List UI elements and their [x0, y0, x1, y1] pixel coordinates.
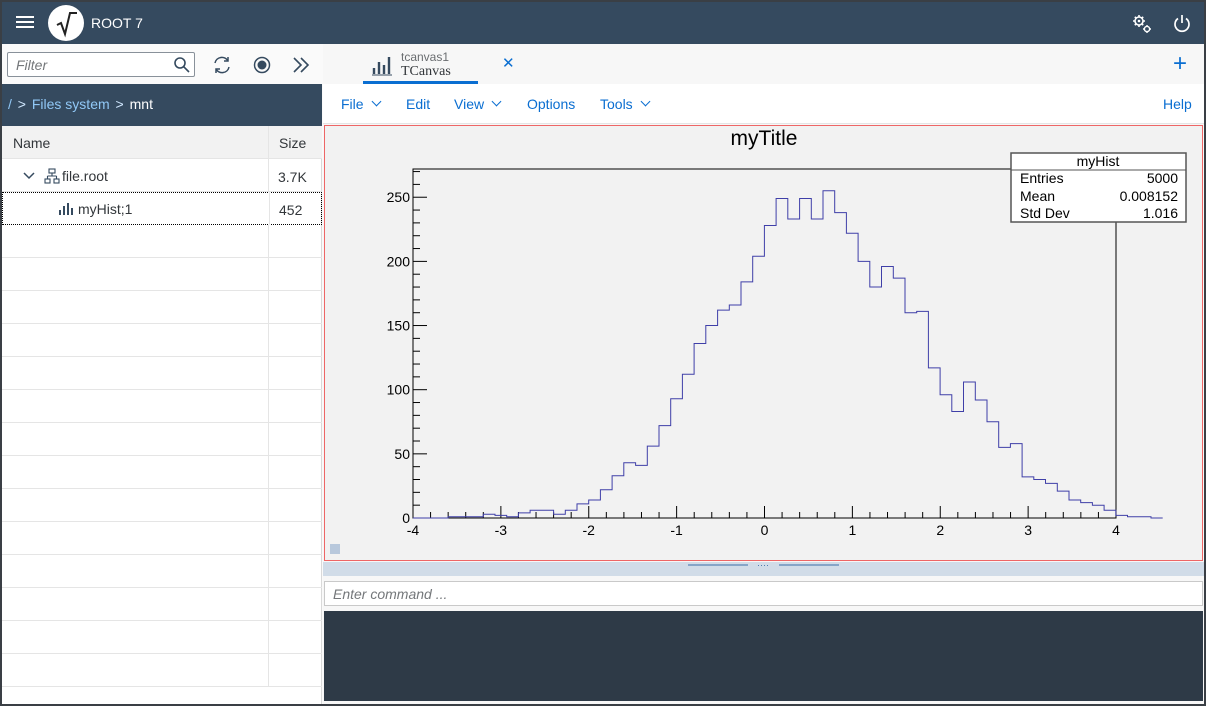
- tree-table-body: file.root 3.7K myHist;1 452: [2, 159, 322, 689]
- double-chevron-right-icon[interactable]: [290, 54, 312, 76]
- stats-std-value: 1.016: [1143, 205, 1178, 221]
- table-row: [2, 522, 322, 555]
- table-row: [2, 324, 322, 357]
- app-title: ROOT 7: [91, 15, 143, 31]
- histogram-icon: [58, 200, 74, 216]
- output-console: [324, 611, 1203, 701]
- table-row: [2, 258, 322, 291]
- column-header-name[interactable]: Name: [13, 135, 50, 151]
- filter-input[interactable]: [8, 53, 168, 76]
- stats-mean-label: Mean: [1020, 188, 1055, 204]
- tab-subtitle: tcanvas1: [401, 50, 450, 64]
- histogram-line: [413, 190, 1163, 519]
- x-tick-label: 0: [761, 522, 769, 538]
- table-row: [2, 291, 322, 324]
- breadcrumb-files-system[interactable]: Files system: [32, 96, 110, 112]
- histogram-plot[interactable]: 050100150200250-4 -3 -2 -1 0 1 2 3 4 myTitle myH…: [325, 126, 1202, 560]
- y-tick-label: 100: [387, 382, 411, 398]
- canvas-panel: tcanvas1 TCanvas ✕ + File Edit View Opti…: [323, 44, 1204, 704]
- x-tick-label: -4: [407, 522, 420, 538]
- root-logo-icon: [48, 5, 84, 41]
- chevron-down-icon: [640, 96, 651, 107]
- expand-chevron-down-icon[interactable]: [22, 169, 36, 183]
- table-row: [2, 423, 322, 456]
- command-input[interactable]: [325, 582, 1202, 605]
- table-row: [2, 456, 322, 489]
- y-tick-label: 50: [394, 446, 410, 462]
- power-icon[interactable]: [1170, 12, 1194, 36]
- tab-label: TCanvas: [401, 64, 451, 79]
- menu-options[interactable]: Options: [527, 96, 575, 112]
- stats-std-label: Std Dev: [1020, 205, 1070, 221]
- table-row: [2, 654, 322, 687]
- tree-item-label: file.root: [62, 168, 108, 184]
- chevron-down-icon: [371, 96, 382, 107]
- breadcrumb-current: mnt: [129, 96, 153, 112]
- breadcrumb-separator: >: [17, 96, 26, 112]
- refresh-icon[interactable]: [211, 54, 233, 76]
- menu-help[interactable]: Help: [1163, 96, 1192, 112]
- file-browser-panel: / > Files system > mnt Name Size file.ro…: [2, 44, 322, 704]
- stats-box[interactable]: myHist Entries 5000 Mean 0.008152 Std De…: [1010, 152, 1187, 223]
- canvas-status-toggle[interactable]: [330, 544, 340, 554]
- menu-file[interactable]: File: [341, 96, 382, 112]
- shell-bar: ROOT 7: [2, 2, 1204, 44]
- stats-mean-value: 0.008152: [1120, 188, 1179, 204]
- tcanvas-drawing-area[interactable]: 0 50 100 150 200 250 -4 -3 -2 -1 0 1 2 3 4 myTitle myH…: [324, 125, 1203, 561]
- tree-item-size: 3.7K: [278, 169, 307, 185]
- x-tick-label: 1: [848, 522, 856, 538]
- record-icon[interactable]: [251, 54, 273, 76]
- tab-tcanvas[interactable]: tcanvas1 TCanvas ✕: [363, 44, 515, 84]
- search-icon[interactable]: [173, 56, 191, 74]
- x-tick-label: 3: [1024, 522, 1032, 538]
- breadcrumb: / > Files system > mnt: [2, 84, 322, 126]
- canvas-menubar: File Edit View Options Tools Help: [323, 84, 1204, 124]
- menu-tools[interactable]: Tools: [600, 96, 651, 112]
- table-row: [2, 357, 322, 390]
- column-divider[interactable]: [268, 126, 269, 159]
- tree-item-size: 452: [279, 202, 303, 218]
- stats-entries-label: Entries: [1020, 170, 1064, 186]
- app-window: ROOT 7 /: [2, 2, 1204, 704]
- svg-text:····: ····: [757, 562, 769, 570]
- stats-title: myHist: [1077, 153, 1120, 169]
- y-tick-label: 200: [387, 253, 411, 269]
- file-hierarchy-icon: [44, 168, 60, 184]
- tree-table-header: Name Size: [2, 126, 322, 159]
- menu-edit[interactable]: Edit: [406, 96, 430, 112]
- menu-view[interactable]: View: [454, 96, 502, 112]
- table-row: [2, 555, 322, 588]
- table-row: [2, 225, 322, 258]
- filter-field: [7, 52, 195, 77]
- y-tick-label: 250: [387, 189, 411, 205]
- settings-gears-icon[interactable]: [1130, 12, 1154, 36]
- x-tick-label: -3: [495, 522, 508, 538]
- x-tick-label: -2: [583, 522, 596, 538]
- table-row: [2, 390, 322, 423]
- tree-item-label: myHist;1: [78, 201, 133, 217]
- stats-entries-value: 5000: [1147, 170, 1178, 186]
- table-row: [2, 588, 322, 621]
- x-tick-label: 4: [1112, 522, 1120, 538]
- plot-title: myTitle: [731, 127, 798, 150]
- add-tab-icon[interactable]: +: [1173, 50, 1187, 78]
- breadcrumb-separator: >: [115, 96, 124, 112]
- tree-row-myhist[interactable]: myHist;1 452: [2, 192, 322, 225]
- bar-chart-icon: [371, 54, 393, 76]
- tree-row-file-root[interactable]: file.root 3.7K: [2, 159, 322, 192]
- chevron-down-icon: [491, 96, 502, 107]
- command-field: [324, 581, 1203, 606]
- splitter-handle[interactable]: ····: [323, 560, 1204, 576]
- browser-toolbar: [2, 44, 322, 84]
- table-row: [2, 489, 322, 522]
- column-header-size[interactable]: Size: [279, 135, 306, 151]
- hamburger-menu-icon[interactable]: [14, 13, 36, 33]
- x-tick-label: -1: [670, 522, 683, 538]
- table-row: [2, 621, 322, 654]
- breadcrumb-root[interactable]: /: [8, 96, 12, 112]
- close-icon[interactable]: ✕: [502, 54, 515, 72]
- y-tick-label: 150: [387, 318, 411, 334]
- x-tick-label: 2: [936, 522, 944, 538]
- tab-strip: tcanvas1 TCanvas ✕ +: [323, 44, 1204, 84]
